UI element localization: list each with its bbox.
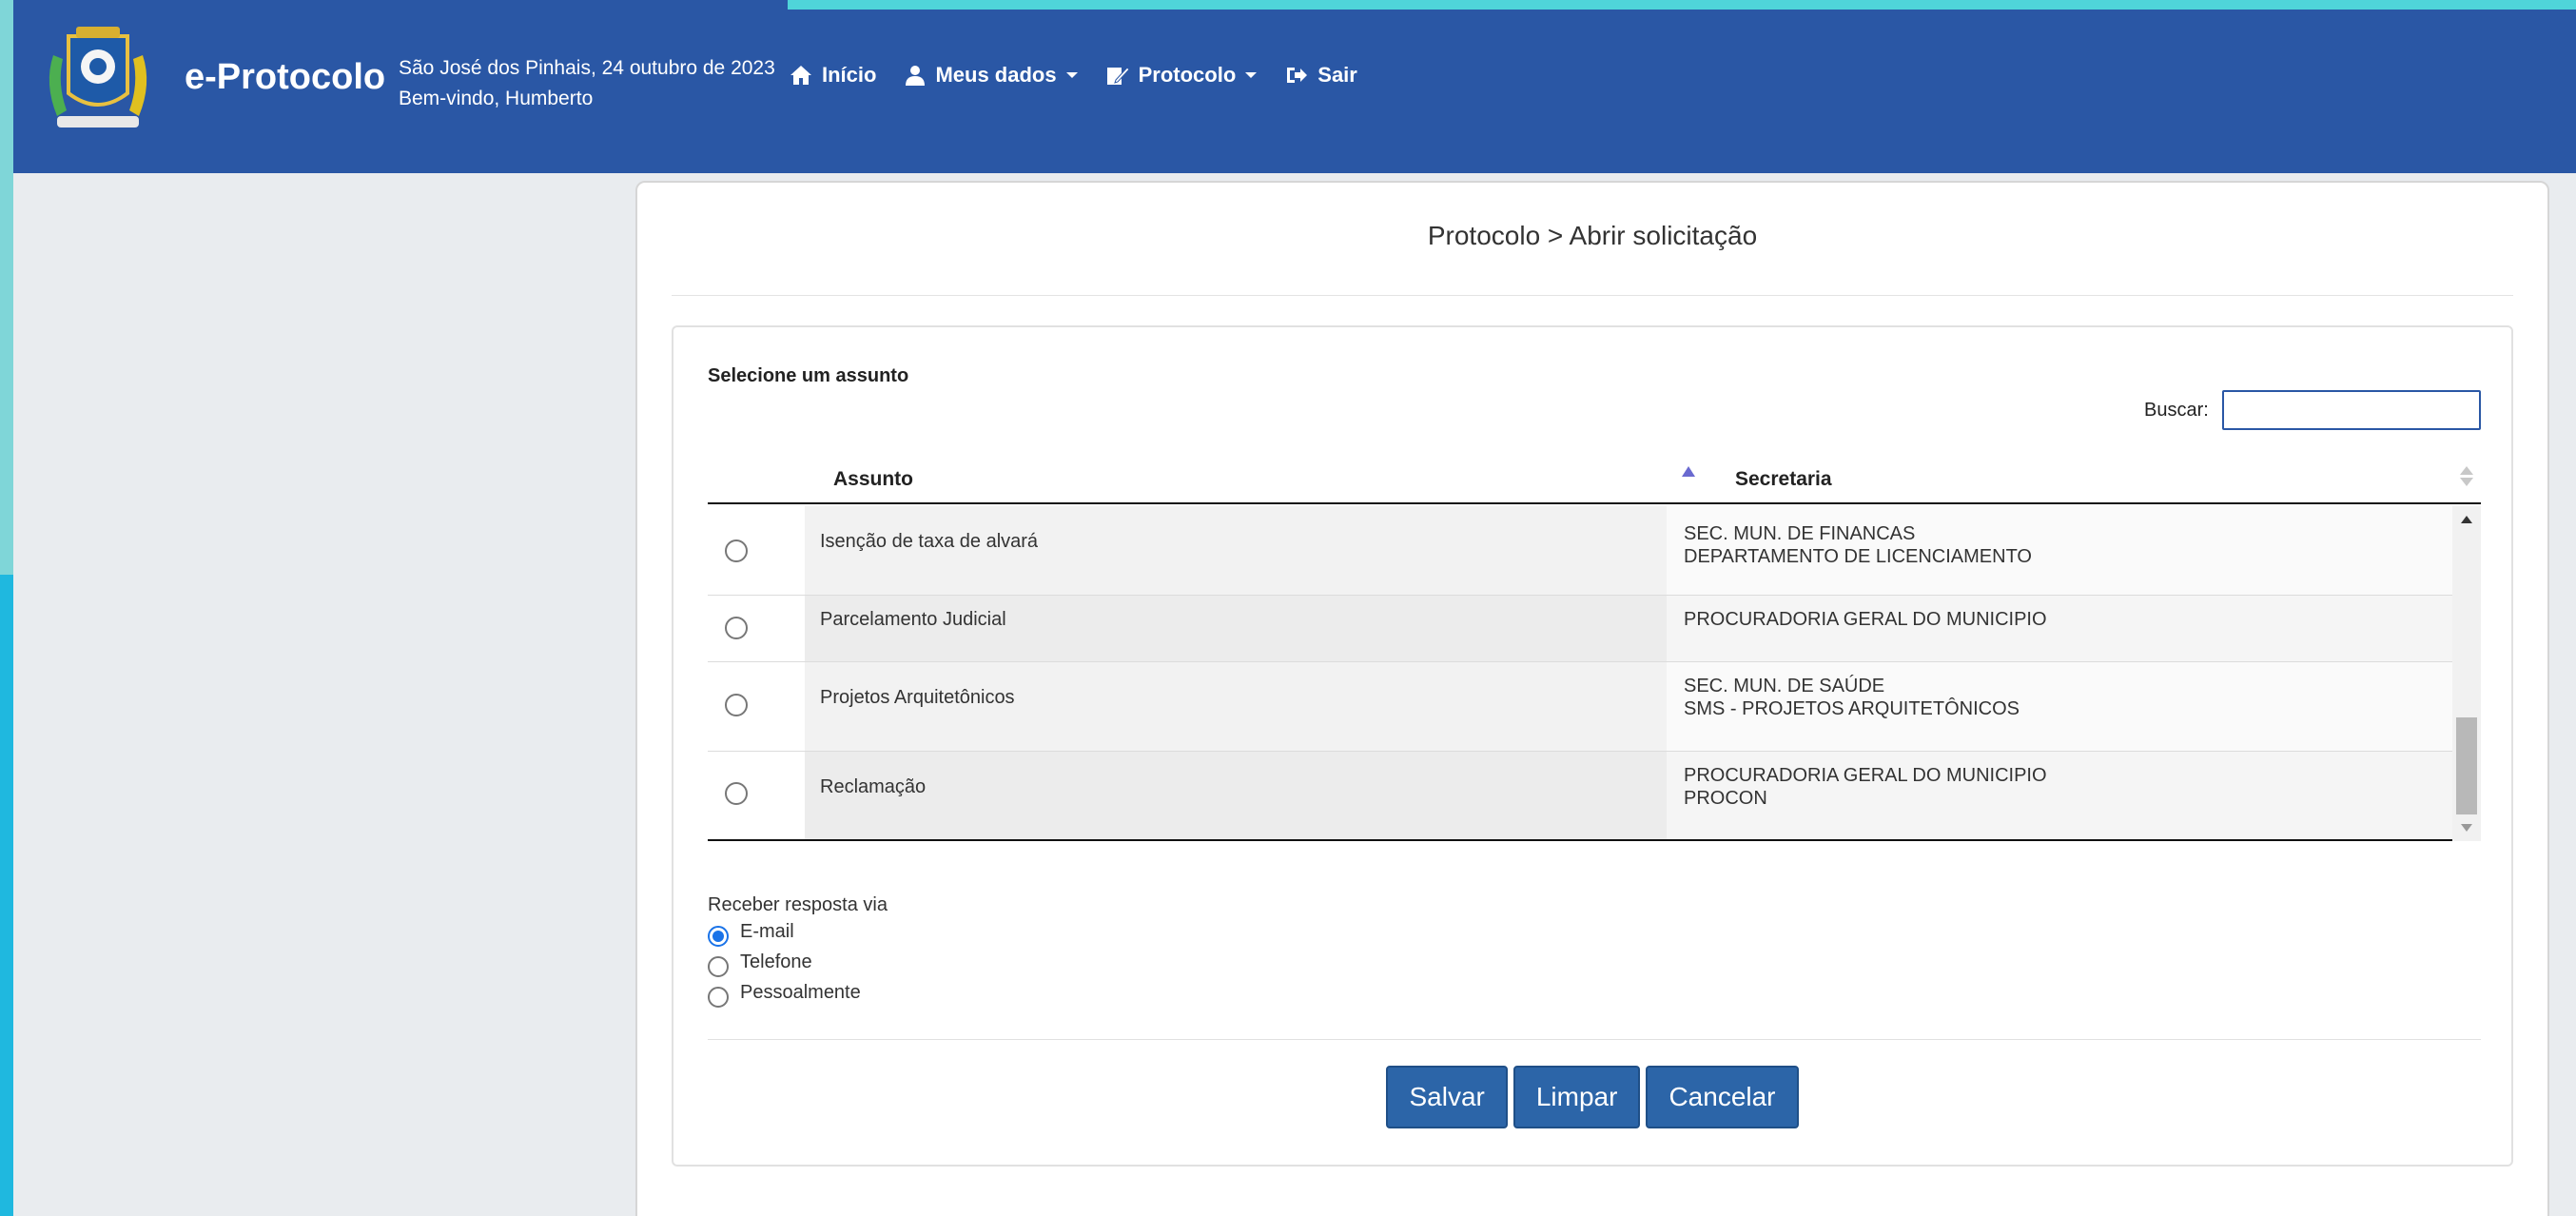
table-row[interactable]: Reclamação PROCURADORIA GERAL DO MUNICIP…	[708, 752, 2452, 839]
main-panel: Protocolo > Abrir solicitação Selecione …	[635, 181, 2549, 1216]
caret-down-icon	[1245, 72, 1258, 78]
welcome-message: Bem-vindo, Humberto	[399, 88, 594, 109]
top-edge-decoration	[788, 0, 2576, 10]
card-heading: Selecione um assunto	[708, 365, 909, 386]
caret-down-icon	[1065, 72, 1078, 78]
scroll-up-arrow-icon[interactable]	[2461, 516, 2472, 523]
table-row[interactable]: Projetos Arquitetônicos SEC. MUN. DE SAÚ…	[708, 662, 2452, 752]
nav-inicio[interactable]: Início	[790, 63, 876, 88]
date-location: São José dos Pinhais, 24 outubro de 2023	[399, 57, 775, 79]
search-label: Buscar:	[2144, 400, 2209, 421]
cell-assunto: Parcelamento Judicial	[820, 609, 1006, 630]
table-header: Assunto Secretaria	[708, 447, 2481, 504]
subject-card: Selecione um assunto Buscar: Assunto Sec…	[672, 325, 2513, 1167]
clear-button[interactable]: Limpar	[1512, 1066, 1641, 1128]
row-radio[interactable]	[725, 694, 748, 716]
user-icon	[906, 66, 926, 86]
nav-protocolo-label: Protocolo	[1138, 63, 1237, 87]
sort-both-icon[interactable]	[2460, 466, 2473, 486]
app-brand[interactable]: e-Protocolo	[185, 57, 385, 98]
response-label: Receber resposta via	[708, 894, 888, 915]
row-radio[interactable]	[725, 782, 748, 805]
navbar: e-Protocolo São José dos Pinhais, 24 out…	[13, 10, 2576, 173]
sign-out-icon	[1287, 68, 1308, 83]
cell-secretaria-line: PROCON	[1684, 788, 1767, 809]
scroll-down-arrow-icon[interactable]	[2461, 824, 2472, 832]
radio-pessoalmente[interactable]	[708, 986, 729, 1008]
option-label: E-mail	[740, 921, 794, 942]
option-label: Telefone	[740, 951, 812, 972]
response-option-pessoalmente[interactable]: Pessoalmente	[708, 982, 861, 1008]
cell-secretaria-line: SMS - PROJETOS ARQUITETÔNICOS	[1684, 698, 2020, 719]
left-edge-decoration-bottom	[0, 575, 13, 1216]
cancel-button[interactable]: Cancelar	[1646, 1066, 1799, 1128]
row-radio[interactable]	[725, 539, 748, 562]
cell-secretaria-line: SEC. MUN. DE FINANCAS	[1684, 523, 1916, 544]
divider	[672, 295, 2513, 296]
table-scrollbar[interactable]	[2452, 506, 2481, 841]
option-label: Pessoalmente	[740, 982, 861, 1003]
nav-sair[interactable]: Sair	[1285, 63, 1357, 88]
main-menu: Início Meus dados Protocolo Sair	[790, 63, 1386, 88]
cell-secretaria-line: PROCURADORIA GERAL DO MUNICIPIO	[1684, 609, 2047, 630]
nav-protocolo[interactable]: Protocolo	[1106, 63, 1258, 88]
search-input[interactable]	[2222, 390, 2481, 430]
city-crest-logo	[49, 27, 147, 127]
nav-inicio-label: Início	[822, 63, 877, 87]
left-edge-decoration	[0, 0, 13, 575]
response-option-telefone[interactable]: Telefone	[708, 951, 812, 977]
table-body[interactable]: Isenção de taxa de alvará SEC. MUN. DE F…	[708, 506, 2452, 841]
cell-assunto: Projetos Arquitetônicos	[820, 687, 1015, 708]
column-header-secretaria[interactable]: Secretaria	[1735, 468, 1832, 491]
nav-meus-dados[interactable]: Meus dados	[905, 63, 1078, 88]
navbar-top-fill	[13, 0, 788, 10]
radio-telefone[interactable]	[708, 955, 729, 977]
column-header-assunto[interactable]: Assunto	[833, 468, 913, 491]
divider	[708, 1039, 2481, 1040]
scroll-thumb[interactable]	[2456, 717, 2477, 814]
home-icon	[790, 66, 811, 85]
edit-icon	[1106, 67, 1129, 85]
nav-sair-label: Sair	[1317, 63, 1357, 87]
radio-email[interactable]	[708, 925, 729, 947]
sort-ascending-icon[interactable]	[1682, 466, 1695, 477]
action-buttons: Salvar Limpar Cancelar	[673, 1066, 2511, 1128]
response-option-email[interactable]: E-mail	[708, 921, 794, 947]
cell-assunto: Isenção de taxa de alvará	[820, 531, 1039, 552]
page-title: Protocolo > Abrir solicitação	[1427, 221, 1758, 250]
cell-secretaria-line: DEPARTAMENTO DE LICENCIAMENTO	[1684, 546, 2032, 567]
table-row[interactable]: Isenção de taxa de alvará SEC. MUN. DE F…	[708, 506, 2452, 596]
cell-secretaria-line: PROCURADORIA GERAL DO MUNICIPIO	[1684, 765, 2047, 786]
nav-meus-dados-label: Meus dados	[935, 63, 1057, 87]
table-row[interactable]: Parcelamento Judicial PROCURADORIA GERAL…	[708, 596, 2452, 662]
save-button[interactable]: Salvar	[1386, 1066, 1508, 1128]
cell-assunto: Reclamação	[820, 776, 927, 797]
row-radio[interactable]	[725, 617, 748, 639]
cell-secretaria-line: SEC. MUN. DE SAÚDE	[1684, 676, 1885, 696]
